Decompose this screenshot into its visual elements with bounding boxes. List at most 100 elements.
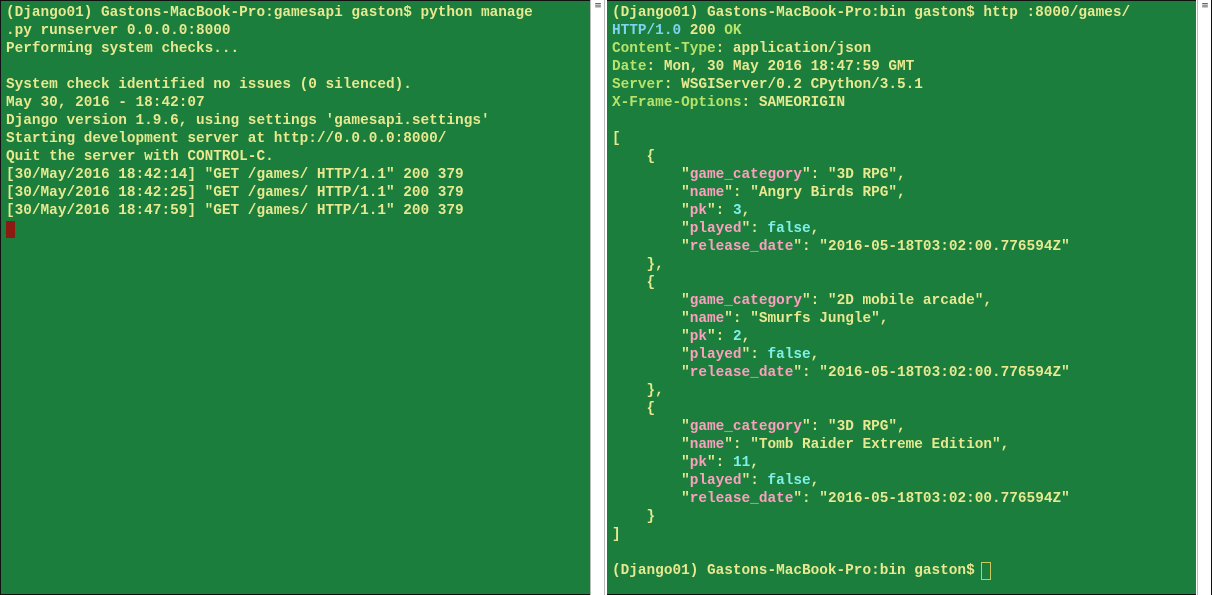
json-key: game_category bbox=[689, 167, 802, 183]
json-key: release_date bbox=[689, 365, 794, 381]
http-header-value: SAMEORIGIN bbox=[758, 95, 846, 111]
json-object-close: }, bbox=[612, 383, 664, 399]
terminal-line: System check identified no issues (0 sil… bbox=[6, 77, 412, 93]
terminal-line: Starting development server at http://0.… bbox=[6, 131, 447, 147]
terminal-line: [30/May/2016 18:42:25] "GET /games/ HTTP… bbox=[6, 185, 464, 201]
json-value: 2016-05-18T03:02:00.776594Z bbox=[827, 491, 1062, 507]
json-key: release_date bbox=[689, 491, 794, 507]
http-header-line: X-Frame-Options: SAMEORIGIN bbox=[612, 95, 846, 111]
json-key: pk bbox=[689, 203, 708, 219]
json-field: "game_category": "2D mobile arcade", bbox=[612, 293, 993, 309]
terminal-line: Quit the server with CONTROL-C. bbox=[6, 149, 274, 165]
http-header-name: X-Frame-Options bbox=[612, 95, 742, 111]
json-field: "played": false, bbox=[612, 473, 820, 489]
json-field: "name": "Angry Birds RPG", bbox=[612, 185, 906, 201]
json-value: false bbox=[767, 347, 811, 363]
left-terminal-pane[interactable]: (Django01) Gastons-MacBook-Pro:gamesapi … bbox=[0, 0, 590, 595]
terminal-line: May 30, 2016 - 18:42:07 bbox=[6, 95, 205, 111]
scroll-grip-icon[interactable]: ≡ bbox=[1201, 2, 1209, 11]
json-key: pk bbox=[689, 329, 708, 345]
http-status-reason: OK bbox=[724, 23, 742, 39]
http-version: /1.0 bbox=[646, 23, 682, 39]
json-value: false bbox=[767, 221, 811, 237]
json-field: "pk": 11, bbox=[612, 455, 759, 471]
terminal-cursor bbox=[6, 221, 15, 238]
json-key: name bbox=[689, 185, 725, 201]
json-array-close: ] bbox=[612, 527, 621, 543]
right-terminal-pane[interactable]: (Django01) Gastons-MacBook-Pro:bin gasto… bbox=[607, 0, 1196, 595]
json-field: "played": false, bbox=[612, 347, 820, 363]
terminal-line: Performing system checks... bbox=[6, 41, 240, 57]
command-line: (Django01) Gastons-MacBook-Pro:bin gasto… bbox=[612, 5, 1131, 21]
http-header-line: Server: WSGIServer/0.2 CPython/3.5.1 bbox=[612, 77, 923, 93]
json-brace: }, bbox=[612, 256, 1196, 274]
json-object-open: { bbox=[612, 149, 656, 165]
json-field: "name": "Smurfs Jungle", bbox=[612, 311, 889, 327]
terminal-line: (Django01) Gastons-MacBook-Pro:gamesapi … bbox=[6, 5, 533, 21]
http-protocol: HTTP bbox=[612, 23, 647, 39]
http-status-line: HTTP/1.0 200 OK bbox=[612, 22, 1196, 40]
json-field: "game_category": "3D RPG", bbox=[612, 419, 906, 435]
json-bracket: [ bbox=[612, 130, 1196, 148]
json-brace: { bbox=[612, 274, 1196, 292]
http-header-name: Server bbox=[612, 77, 664, 93]
http-header-name: Date bbox=[612, 59, 647, 75]
terminal-cursor bbox=[980, 562, 991, 580]
json-field: "release_date": "2016-05-18T03:02:00.776… bbox=[612, 491, 1070, 507]
json-value: 3D RPG bbox=[836, 167, 889, 183]
json-value: 2D mobile arcade bbox=[836, 293, 975, 309]
json-value: Tomb Raider Extreme Edition bbox=[758, 437, 993, 453]
http-status-code: 200 bbox=[689, 23, 716, 39]
json-bracket: ] bbox=[612, 526, 1196, 544]
json-object-close: } bbox=[612, 509, 656, 525]
json-key: game_category bbox=[689, 293, 802, 309]
json-key: name bbox=[689, 437, 725, 453]
json-key: played bbox=[689, 347, 742, 363]
screen: (Django01) Gastons-MacBook-Pro:gamesapi … bbox=[0, 0, 1212, 595]
http-header-value: application/json bbox=[732, 41, 872, 57]
http-header-value: WSGIServer/0.2 CPython/3.5.1 bbox=[681, 77, 923, 93]
json-key: pk bbox=[689, 455, 708, 471]
json-object-close: }, bbox=[612, 257, 664, 273]
json-field: "played": false, bbox=[612, 221, 820, 237]
json-field: "pk": 2, bbox=[612, 329, 751, 345]
json-brace: { bbox=[612, 400, 1196, 418]
json-field: "game_category": "3D RPG", bbox=[612, 167, 906, 183]
scroll-grip-icon[interactable]: ≡ bbox=[594, 2, 602, 11]
left-terminal-output: (Django01) Gastons-MacBook-Pro:gamesapi … bbox=[6, 4, 590, 238]
json-brace: } bbox=[612, 508, 1196, 526]
json-key: played bbox=[689, 221, 742, 237]
json-key: release_date bbox=[689, 239, 794, 255]
json-value: 3 bbox=[732, 203, 742, 219]
right-terminal-output: (Django01) Gastons-MacBook-Pro:bin gasto… bbox=[612, 4, 1196, 580]
terminal-line: [30/May/2016 18:47:59] "GET /games/ HTTP… bbox=[6, 203, 464, 219]
json-key: name bbox=[689, 311, 725, 327]
left-terminal-scrollbar[interactable]: ≡ bbox=[590, 0, 605, 595]
http-header-name: Content-Type bbox=[612, 41, 716, 57]
json-key: game_category bbox=[689, 419, 802, 435]
json-value: 3D RPG bbox=[836, 419, 889, 435]
terminal-line: Django version 1.9.6, using settings 'ga… bbox=[6, 113, 490, 129]
json-array-open: [ bbox=[612, 131, 621, 147]
http-header-line: Content-Type: application/json bbox=[612, 41, 872, 57]
json-field: "name": "Tomb Raider Extreme Edition", bbox=[612, 437, 1010, 453]
json-field: "release_date": "2016-05-18T03:02:00.776… bbox=[612, 365, 1070, 381]
json-brace: }, bbox=[612, 382, 1196, 400]
json-key: played bbox=[689, 473, 742, 489]
json-brace: { bbox=[612, 148, 1196, 166]
right-terminal-scrollbar[interactable]: ≡ bbox=[1197, 0, 1212, 595]
http-header-value: Mon, 30 May 2016 18:47:59 GMT bbox=[663, 59, 915, 75]
http-headers: Content-Type: application/json Date: Mon,… bbox=[612, 40, 1196, 112]
json-value: 11 bbox=[732, 455, 751, 471]
json-value: 2016-05-18T03:02:00.776594Z bbox=[827, 365, 1062, 381]
json-object-open: { bbox=[612, 401, 656, 417]
cursor-line bbox=[6, 220, 590, 238]
json-object-open: { bbox=[612, 275, 656, 291]
json-field: "release_date": "2016-05-18T03:02:00.776… bbox=[612, 239, 1070, 255]
prompt-line: (Django01) Gastons-MacBook-Pro:bin gasto… bbox=[612, 562, 1196, 580]
json-field: "pk": 3, bbox=[612, 203, 751, 219]
shell-prompt: (Django01) Gastons-MacBook-Pro:bin gasto… bbox=[612, 563, 975, 579]
json-value: 2016-05-18T03:02:00.776594Z bbox=[827, 239, 1062, 255]
json-value: Smurfs Jungle bbox=[758, 311, 872, 327]
